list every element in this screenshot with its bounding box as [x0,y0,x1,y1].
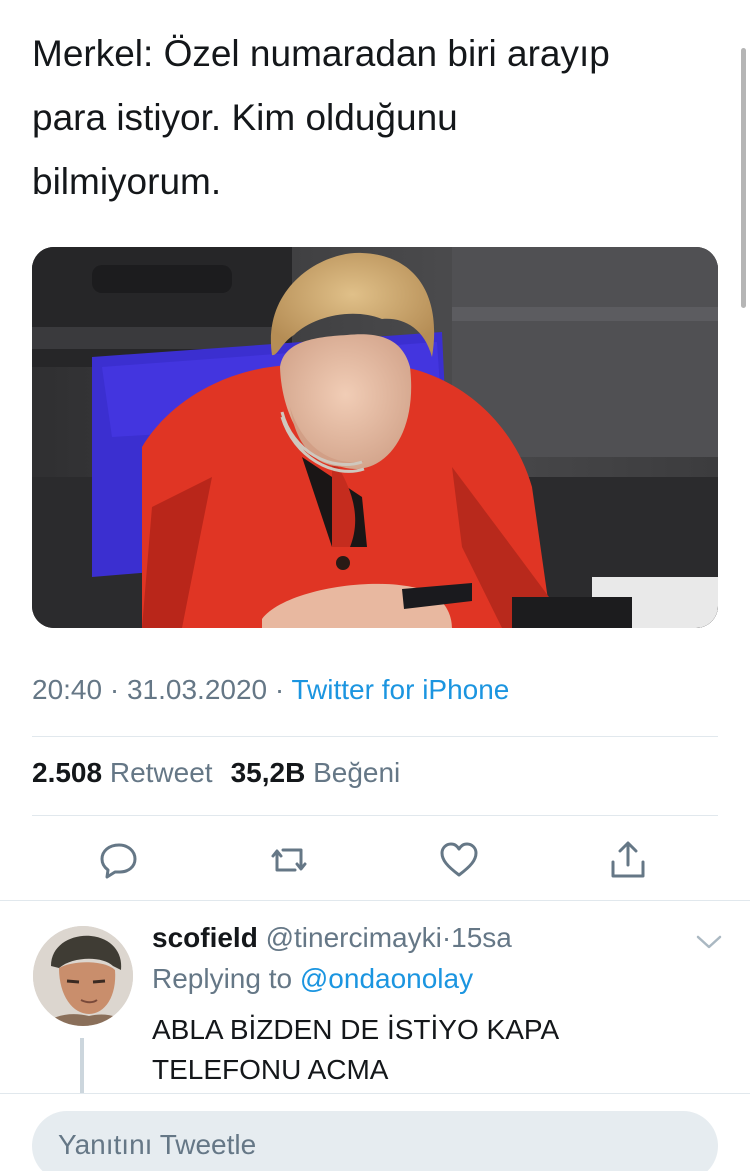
scrollbar[interactable] [741,48,746,308]
reply-handle[interactable]: @tinercimayki [266,922,442,953]
meta-separator: · [274,674,285,705]
avatar-image [33,926,133,1026]
like-count: 35,2B [230,757,306,788]
thread-line [80,1038,84,1094]
header-separator: · [441,922,452,953]
tweet-photo[interactable] [32,247,718,628]
likes-stat[interactable]: 35,2B Beğeni [231,757,401,788]
reply-text: ABLA BİZDEN DE İSTİYO KAPA TELEFONU ACMA [152,1014,558,1085]
like-button[interactable] [437,838,481,882]
divider [32,736,718,737]
reply-composer-bar: Yanıtını Tweetle [0,1093,750,1171]
replying-to-mention[interactable]: @ondaonolay [300,963,473,994]
tweet-text: Merkel: Özel numaradan biri arayıp para … [32,33,610,202]
heart-icon [440,842,478,877]
reply-age: 15sa [451,922,512,953]
avatar[interactable] [33,926,133,1026]
meta-separator: · [109,674,120,705]
retweet-icon [271,848,307,872]
reply-header: scofield @tinercimayki·15sa [152,922,512,954]
share-button[interactable] [606,838,650,882]
reply-composer-input[interactable]: Yanıtını Tweetle [32,1111,718,1171]
tweet-meta: 20:40 · 31.03.2020 · Twitter for iPhone [32,674,509,706]
tweet-stats: 2.508 Retweet 35,2B Beğeni [32,757,400,789]
replying-prefix: Replying to [152,963,293,994]
tweet-actions [0,834,750,886]
tweet-source-link[interactable]: Twitter for iPhone [292,674,510,705]
reply-tweet[interactable]: scofield @tinercimayki·15sa Replying to … [0,902,750,1094]
share-icon [611,841,645,878]
chevron-down-icon [696,935,722,949]
tweet-date: 31.03.2020 [126,674,268,705]
retweet-button[interactable] [267,838,311,882]
replying-to: Replying to @ondaonolay [152,963,473,995]
divider [32,815,718,816]
tweet-time: 20:40 [32,674,103,705]
retweet-label: Retweet [109,757,213,788]
reply-icon [100,843,137,879]
like-label: Beğeni [313,757,401,788]
photo-illustration [32,247,718,628]
reply-menu-button[interactable] [694,930,724,954]
reply-display-name[interactable]: scofield [152,922,258,953]
retweets-stat[interactable]: 2.508 Retweet [32,757,213,788]
reply-button[interactable] [97,838,141,882]
retweet-count: 2.508 [32,757,103,788]
section-divider [0,900,750,901]
